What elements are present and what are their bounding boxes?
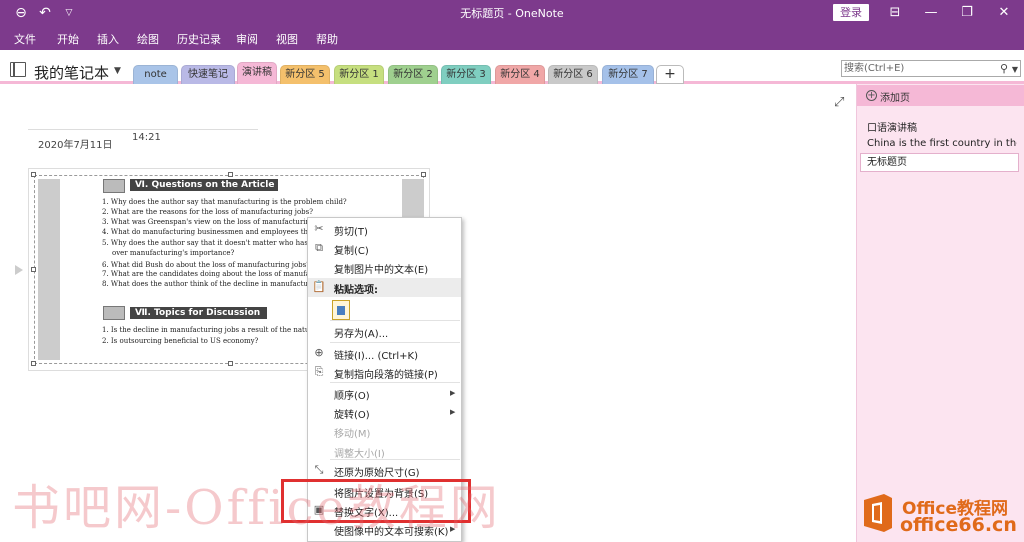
question-line: 2. What are the reasons for the loss of …: [102, 208, 313, 216]
section-bar: 我的笔记本 ▼ note 快速笔记 演讲稿 新分区 5 新分区 1 新分区 2 新分区 3新…: [0, 50, 1024, 84]
office-logo-icon: [864, 494, 892, 532]
resize-handle[interactable]: [228, 172, 233, 177]
context-menu-item[interactable]: 旋转(O): [334, 406, 370, 421]
search-input[interactable]: 搜索(Ctrl+E) ⚲ ▼: [841, 60, 1021, 77]
login-button[interactable]: 登录: [833, 4, 869, 21]
question-line: 7. What are the candidates doing about t…: [102, 270, 336, 278]
link-icon: ⊕: [314, 346, 324, 359]
ribbon-tabs: 文件 开始 插入 绘图 历史记录 审阅 视图 帮助: [0, 26, 1024, 50]
notebook-icon[interactable]: [10, 62, 26, 77]
notebook-name[interactable]: 我的笔记本: [34, 62, 109, 83]
left-margin-marker-icon: [15, 265, 23, 275]
context-menu-item: 调整大小(I): [334, 449, 385, 460]
section-tab[interactable]: 快速笔记: [181, 65, 235, 84]
context-menu-item[interactable]: 顺序(O): [334, 387, 370, 402]
topic-line: 1. Is the decline in manufacturing jobs …: [102, 326, 334, 334]
page-item-title[interactable]: 口语演讲稿: [867, 119, 1017, 134]
context-menu-item[interactable]: 剪切(T): [334, 223, 368, 238]
section-tab[interactable]: 新分区 4: [495, 65, 545, 84]
paste-icon: 📋: [312, 280, 326, 293]
menu-separator: [330, 342, 460, 343]
question-line: 5. Why does the author say that it doesn…: [102, 239, 333, 247]
paste-options-header-bg: [308, 278, 461, 297]
section-tab[interactable]: 新分区 2: [388, 65, 438, 84]
add-page-icon[interactable]: +: [866, 90, 877, 101]
menu-separator: [330, 320, 460, 321]
paste-picture-option[interactable]: [332, 300, 350, 320]
page-item-selected[interactable]: 无标题页: [860, 153, 1019, 172]
question-line: 3. What was Greenspan's view on the loss…: [102, 218, 335, 226]
context-menu-item[interactable]: 链接(I)... (Ctrl+K): [334, 347, 418, 362]
resize-handle[interactable]: [31, 361, 36, 366]
context-menu-item[interactable]: 复制(C): [334, 242, 369, 257]
window-title: 无标题页 - OneNote: [460, 7, 564, 20]
title-underline: [28, 129, 258, 130]
context-menu-item: 移动(M): [334, 429, 371, 440]
submenu-arrow-icon: ▶: [450, 389, 456, 397]
brand-line2: office66.cn: [900, 514, 1017, 536]
context-menu-item[interactable]: 复制指向段落的链接(P): [334, 366, 438, 381]
resize-handle[interactable]: [421, 172, 426, 177]
questions-heading: Ⅵ. Questions on the Article: [130, 179, 278, 191]
close-icon[interactable]: ✕: [990, 3, 1018, 23]
topics-heading: Ⅶ. Topics for Discussion: [130, 307, 267, 319]
add-section-tab[interactable]: +: [656, 65, 684, 84]
watermark-text: 书吧网-Office教程网: [12, 480, 501, 536]
section-tab[interactable]: 新分区 7: [602, 65, 654, 84]
image-left-shade: [38, 179, 60, 360]
search-scope-dropdown-icon[interactable]: ▼: [1012, 62, 1018, 77]
ribbon-display-options-icon[interactable]: ⊟: [881, 3, 909, 23]
page-item-preview[interactable]: China is the first country in the: [867, 138, 1017, 149]
menu-insert[interactable]: 插入: [97, 31, 119, 47]
resize-handle[interactable]: [31, 267, 36, 272]
question-line: 1. Why does the author say that manufact…: [102, 198, 347, 206]
context-menu-item[interactable]: 复制图片中的文本(E): [334, 261, 428, 276]
notebook-dropdown-icon[interactable]: ▼: [114, 66, 121, 76]
menu-draw[interactable]: 绘图: [137, 31, 159, 47]
section-tab[interactable]: 新分区 5: [280, 65, 330, 84]
copy-icon: ⧉: [315, 241, 323, 254]
minimize-icon[interactable]: —: [917, 3, 945, 23]
page-time: 14:21: [132, 132, 161, 143]
menu-help[interactable]: 帮助: [316, 31, 338, 47]
search-icon[interactable]: ⚲: [1000, 61, 1008, 76]
section-tab[interactable]: 新分区 3: [441, 65, 491, 84]
section-tab[interactable]: note: [133, 65, 178, 84]
add-page-label[interactable]: 添加页: [880, 89, 910, 104]
menu-separator: [330, 382, 460, 383]
section-graphic-icon: [103, 179, 125, 193]
resize-handle[interactable]: [228, 361, 233, 366]
expand-icon[interactable]: ⤢: [834, 95, 844, 110]
menu-history[interactable]: 历史记录: [177, 31, 221, 47]
menu-file[interactable]: 文件: [14, 31, 36, 47]
question-line: 6. What did Bush do about the loss of ma…: [102, 261, 310, 269]
question-line: 4. What do manufacturing businessmen and…: [102, 228, 337, 236]
page-date: 2020年7月11日: [38, 140, 113, 151]
restore-icon[interactable]: ❐: [953, 3, 981, 23]
paragraph-link-icon: ⎘: [314, 365, 324, 378]
section-tab[interactable]: 新分区 6: [548, 65, 598, 84]
menu-separator: [330, 459, 460, 460]
context-menu-item[interactable]: 另存为(A)...: [334, 325, 388, 340]
scissors-icon: ✂: [314, 222, 324, 235]
topic-line: 2. Is outsourcing beneficial to US econo…: [102, 337, 259, 345]
menu-review[interactable]: 审阅: [236, 31, 258, 47]
resize-handle[interactable]: [31, 172, 36, 177]
title-bar: ⊖ ↶ ▽ 无标题页 - OneNote 登录 ⊟ — ❐ ✕: [0, 0, 1024, 26]
search-placeholder: 搜索(Ctrl+E): [844, 63, 905, 74]
menu-view[interactable]: 视图: [276, 31, 298, 47]
question-line: 8. What does the author think of the dec…: [102, 280, 332, 288]
question-line: over manufacturing's importance?: [112, 249, 235, 257]
section-graphic-icon: [103, 306, 125, 320]
menu-home[interactable]: 开始: [57, 31, 79, 47]
section-tab[interactable]: 演讲稿: [237, 62, 277, 84]
context-menu-item: 粘贴选项:: [334, 285, 378, 296]
section-tab[interactable]: 新分区 1: [334, 65, 384, 84]
submenu-arrow-icon: ▶: [450, 408, 456, 416]
